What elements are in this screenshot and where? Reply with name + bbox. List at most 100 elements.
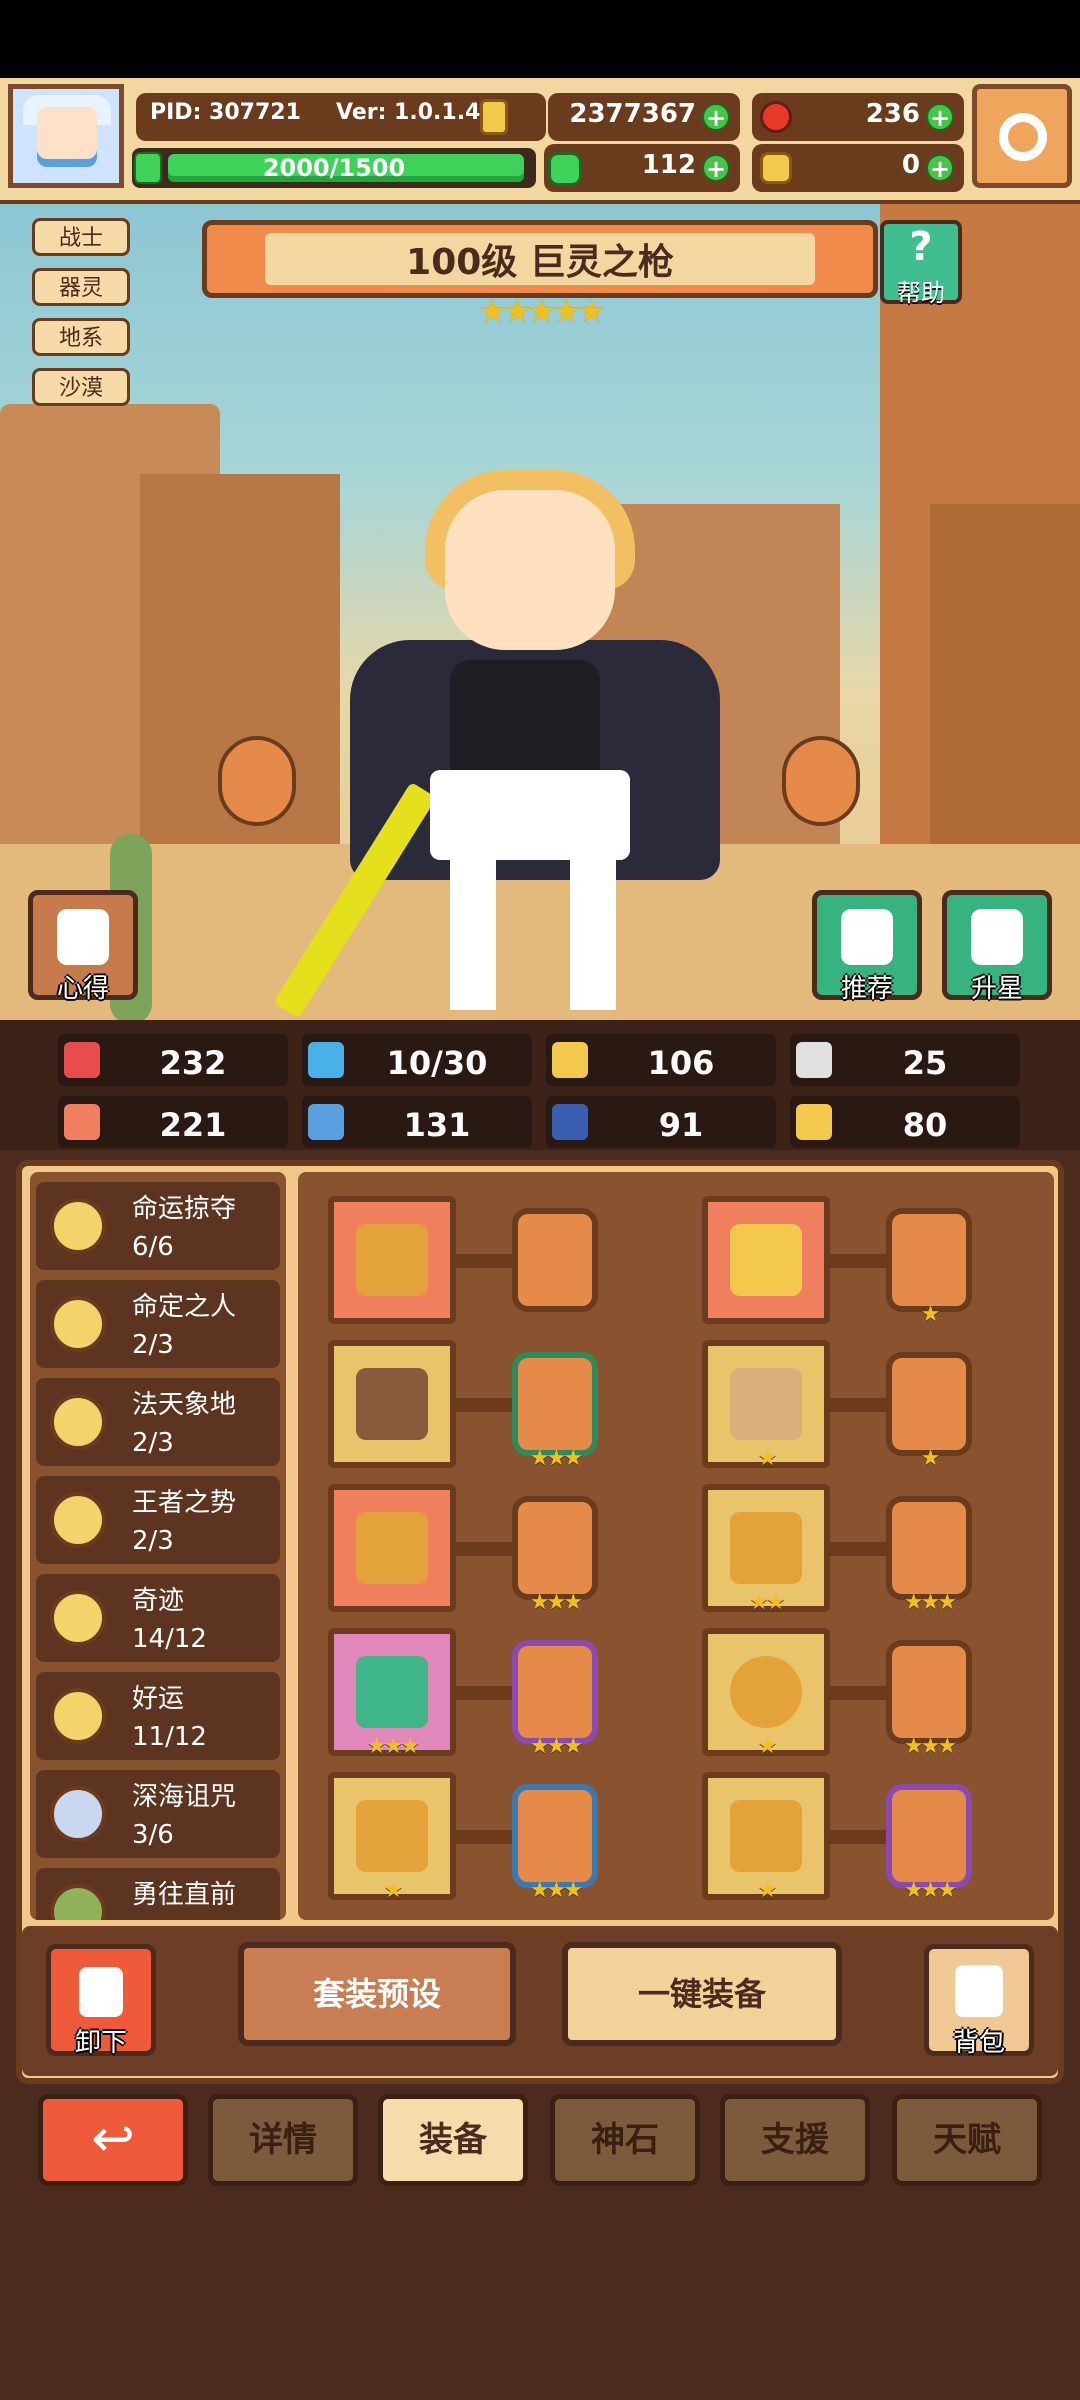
stone-slot[interactable] [886,1784,972,1888]
equip-stars: ★★★ [366,1734,420,1759]
gold-coin-icon [480,99,508,135]
slot-link [830,1686,886,1700]
tab-godstone[interactable]: 神石 [550,2094,700,2186]
stat-luck-value: 80 [902,1106,948,1144]
equip-slot-hat[interactable] [702,1196,830,1324]
arrow-down-icon [79,1967,123,2017]
tab-support[interactable]: 支援 [720,2094,870,2186]
hero-leg-left [450,840,496,1010]
stone-stars: ★★★ [529,1734,583,1759]
next-hero-button[interactable] [782,736,860,826]
stone-slot[interactable] [512,1784,598,1888]
hero-leg-right [570,840,616,1010]
pid-text: PID: 307721 [150,100,301,125]
add-item-icon[interactable]: + [926,154,954,182]
clover-value: 112 [641,150,696,180]
stone-slot[interactable] [512,1496,598,1600]
stone-slot[interactable] [886,1352,972,1456]
book-icon [308,1104,344,1140]
recommend-button[interactable]: 推荐 [812,890,922,1004]
bag-button[interactable]: 背包 [924,1944,1034,2058]
slot-link [456,1398,512,1412]
stat-magic-value: 131 [403,1106,471,1144]
insight-label: 心得 [56,974,109,1004]
tag-class: 战士 [32,218,130,256]
slot-link [456,1830,512,1844]
prev-hero-button[interactable] [218,736,296,826]
set-item[interactable]: 勇往直前 [36,1868,280,1920]
shield-icon [552,1042,588,1078]
equip-stars: ★ [757,1878,778,1903]
hero-character [273,470,750,1020]
equip-slot-armor[interactable] [328,1340,456,1468]
set-item[interactable]: 命运掠夺 6/6 [36,1182,280,1270]
star-up-icon [971,909,1023,965]
set-medal-icon [50,1198,106,1254]
tab-talent[interactable]: 天赋 [892,2094,1042,2186]
tag-element: 地系 [32,318,130,356]
set-medal-icon [50,1296,106,1352]
starup-button[interactable]: 升星 [942,890,1052,1004]
preset-button[interactable]: 套装预设 [238,1942,516,2046]
set-item[interactable]: 法天象地 2/3 [36,1378,280,1466]
add-gold-icon[interactable]: + [702,103,730,131]
stone-slot[interactable] [512,1208,598,1312]
unequip-button[interactable]: 卸下 [46,1944,156,2058]
set-name: 王者之势 [132,1488,237,1518]
slot-link [830,1254,886,1268]
equipment-grid: ★ ★★★ ★ ★ ★★★ ★★ ★★★ ★★★ ★★★ ★ ★★★ ★ ★★★… [298,1172,1054,1920]
tab-details[interactable]: 详情 [208,2094,358,2186]
water-drop-icon [308,1042,344,1078]
set-item[interactable]: 奇迹 14/12 [36,1574,280,1662]
stone-stars: ★★★ [529,1878,583,1903]
set-item[interactable]: 深海诅咒 3/6 [36,1770,280,1858]
tag-terrain: 沙漠 [32,368,130,406]
stat-speed-value: 25 [902,1044,948,1082]
stone-slot[interactable] [886,1640,972,1744]
stone-stars: ★★★ [903,1734,957,1759]
stat-defense-value: 106 [647,1044,715,1082]
equip-stars: ★ [757,1446,778,1471]
help-button[interactable]: ? 帮助 [880,220,962,307]
heart-icon [64,1042,100,1078]
slot-link [830,1830,886,1844]
recommend-label: 推荐 [840,974,893,1004]
action-bar [22,1926,1058,2076]
gold-value: 2377367 [569,99,696,129]
stat-hp: 232 [58,1034,288,1086]
set-item[interactable]: 命定之人 2/3 [36,1280,280,1368]
stone-slot[interactable] [512,1352,598,1456]
settings-button[interactable] [972,84,1072,188]
equip-stars: ★★ [749,1590,785,1615]
stone-slot[interactable] [512,1640,598,1744]
status-bar [0,0,1080,78]
set-medal-icon [50,1394,106,1450]
stat-hp-value: 232 [159,1044,227,1082]
back-arrow-icon: ↩ [91,2109,135,2169]
stone-stars: ★★★ [529,1446,583,1471]
version-text: Ver: 1.0.1.4 [336,100,481,125]
gold-counter: 2377367 + [548,93,740,141]
insight-button[interactable]: 心得 [28,890,138,1004]
set-item[interactable]: 王者之势 2/3 [36,1476,280,1564]
backpack-icon [955,1965,1003,2017]
add-clover-icon[interactable]: + [702,154,730,182]
back-button[interactable]: ↩ [38,2094,188,2186]
add-ruby-icon[interactable]: + [926,103,954,131]
stone-slot[interactable] [886,1208,972,1312]
equip-slot-necklace[interactable] [328,1484,456,1612]
auto-equip-button[interactable]: 一键装备 [562,1942,842,2046]
set-bonus-list[interactable]: 命运掠夺 6/6 命定之人 2/3 法天象地 2/3 王者之势 2/3 奇迹 14/12 … [30,1172,286,1920]
set-count: 6/6 [132,1232,174,1262]
fist-icon [64,1104,100,1140]
player-avatar[interactable] [8,84,124,188]
ring-icon [730,1656,802,1728]
tab-equipment[interactable]: 装备 [378,2094,528,2186]
item-icon [760,152,792,184]
clover-counter: 112 + [544,144,740,192]
necklace-icon [356,1512,428,1584]
equip-slot-weapon[interactable] [328,1196,456,1324]
set-name: 好运 [132,1684,185,1714]
stone-slot[interactable] [886,1496,972,1600]
set-item[interactable]: 好运 11/12 [36,1672,280,1760]
